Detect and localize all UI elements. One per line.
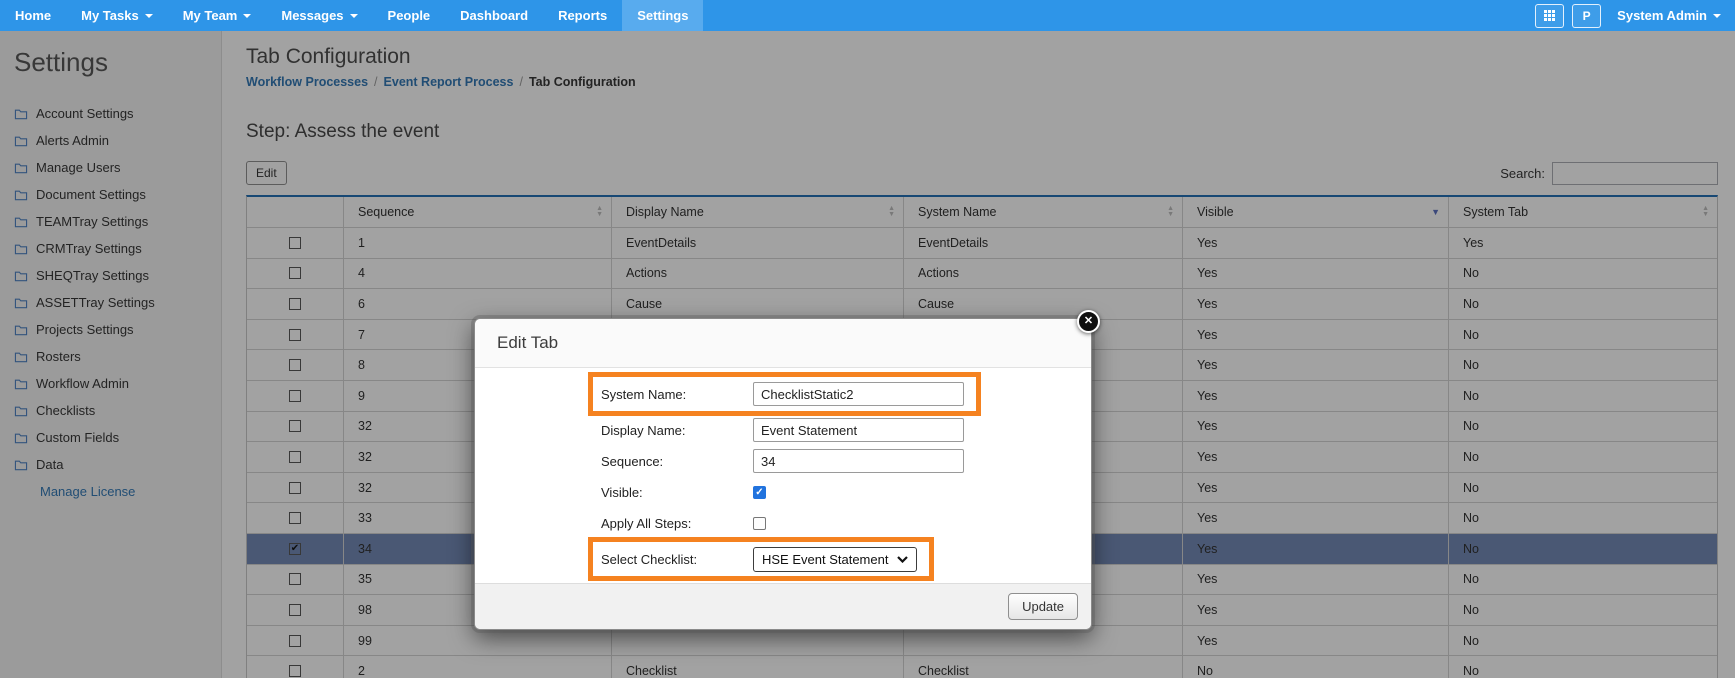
nav-item-my-team[interactable]: My Team xyxy=(168,0,267,31)
nav-item-people[interactable]: People xyxy=(373,0,446,31)
user-menu[interactable]: System Admin xyxy=(1617,8,1721,23)
field-row-visible: Visible: ✓ xyxy=(601,479,1091,505)
apply-all-steps-checkbox[interactable] xyxy=(753,516,766,530)
selected-option-label: HSE Event Statement xyxy=(762,551,889,567)
field-row-apply-all-steps: Apply All Steps: xyxy=(601,510,1091,536)
field-label-sequence: Sequence: xyxy=(601,453,664,469)
system-name-input[interactable] xyxy=(753,382,964,406)
caret-down-icon xyxy=(1713,13,1721,18)
field-label-visible: Visible: xyxy=(601,484,643,500)
caret-down-icon xyxy=(349,13,358,18)
visible-checkbox[interactable]: ✓ xyxy=(753,485,766,499)
apps-grid-icon xyxy=(1544,10,1556,21)
user-menu-label: System Admin xyxy=(1617,8,1707,23)
field-label-select-checklist: Select Checklist: xyxy=(601,551,698,567)
dialog-body: System Name: Display Name: Sequence: Visibl… xyxy=(475,368,1091,583)
top-navbar: Home My Tasks My Team Messages People Dashboa… xyxy=(0,0,1735,31)
field-row-system-name: System Name: xyxy=(588,372,981,416)
update-button[interactable]: Update xyxy=(1008,593,1078,620)
nav-menu: Home My Tasks My Team Messages People Dashboa… xyxy=(0,0,704,31)
field-label-system-name: System Name: xyxy=(601,386,687,402)
field-label-apply-all-steps: Apply All Steps: xyxy=(601,515,692,531)
caret-down-icon xyxy=(144,13,153,18)
nav-item-home[interactable]: Home xyxy=(0,0,66,31)
field-label-display-name: Display Name: xyxy=(601,422,686,438)
sequence-input[interactable] xyxy=(753,449,964,473)
dialog-footer: Update xyxy=(475,583,1091,629)
select-checklist-select[interactable]: HSE Event Statement xyxy=(753,546,918,572)
dialog-title: Edit Tab xyxy=(475,319,1091,368)
nav-item-dashboard[interactable]: Dashboard xyxy=(445,0,543,31)
nav-item-reports[interactable]: Reports xyxy=(543,0,622,31)
field-row-display-name: Display Name: xyxy=(601,417,1091,443)
nav-right: P System Admin xyxy=(1535,0,1735,31)
apps-grid-button[interactable] xyxy=(1535,3,1565,28)
field-row-select-checklist: Select Checklist: HSE Event Statement xyxy=(588,537,935,581)
field-row-sequence: Sequence: xyxy=(601,448,1091,474)
nav-item-my-tasks[interactable]: My Tasks xyxy=(66,0,168,31)
chevron-down-icon xyxy=(897,555,909,563)
profile-initial-button[interactable]: P xyxy=(1572,3,1602,28)
nav-item-settings[interactable]: Settings xyxy=(622,0,704,31)
display-name-input[interactable] xyxy=(753,418,964,442)
nav-item-messages[interactable]: Messages xyxy=(266,0,372,31)
caret-down-icon xyxy=(243,13,252,18)
close-icon[interactable]: ✕ xyxy=(1077,310,1100,333)
edit-tab-dialog: ✕ Edit Tab System Name: Display Name: Sequ… xyxy=(474,310,1100,630)
